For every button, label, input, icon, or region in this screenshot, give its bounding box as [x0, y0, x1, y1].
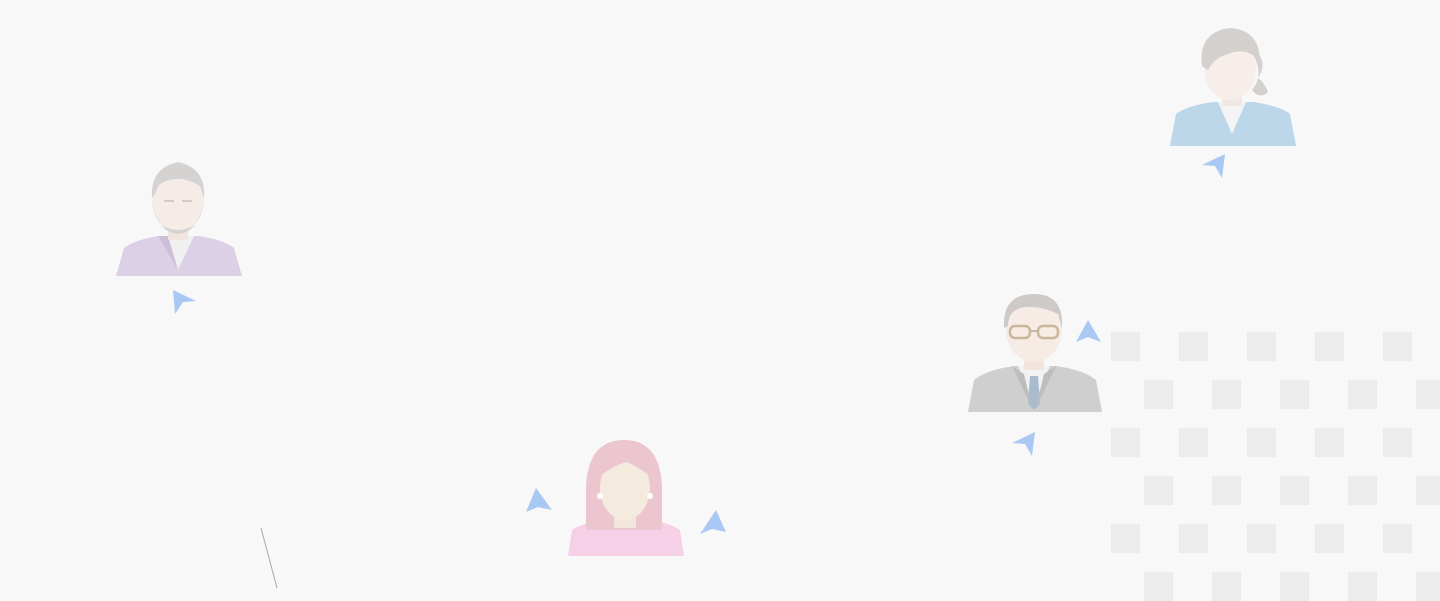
- pointer-arrow-icon: [1200, 152, 1228, 180]
- dot-grid-pattern: [1108, 330, 1440, 601]
- woman-pink-hair-avatar-icon: [566, 438, 686, 558]
- man-beard-avatar-icon: [114, 158, 244, 278]
- pointer-arrow-icon: [170, 288, 198, 316]
- pointer-arrow-icon: [524, 486, 554, 514]
- businessman-glasses-avatar-icon: [966, 292, 1106, 414]
- connector-line: [260, 527, 278, 588]
- woman-ponytail-avatar-icon: [1168, 26, 1298, 148]
- pointer-arrow-icon: [1074, 318, 1102, 346]
- pointer-arrow-icon: [1010, 430, 1038, 458]
- pointer-arrow-icon: [698, 508, 728, 536]
- illustration-canvas: [0, 0, 1440, 601]
